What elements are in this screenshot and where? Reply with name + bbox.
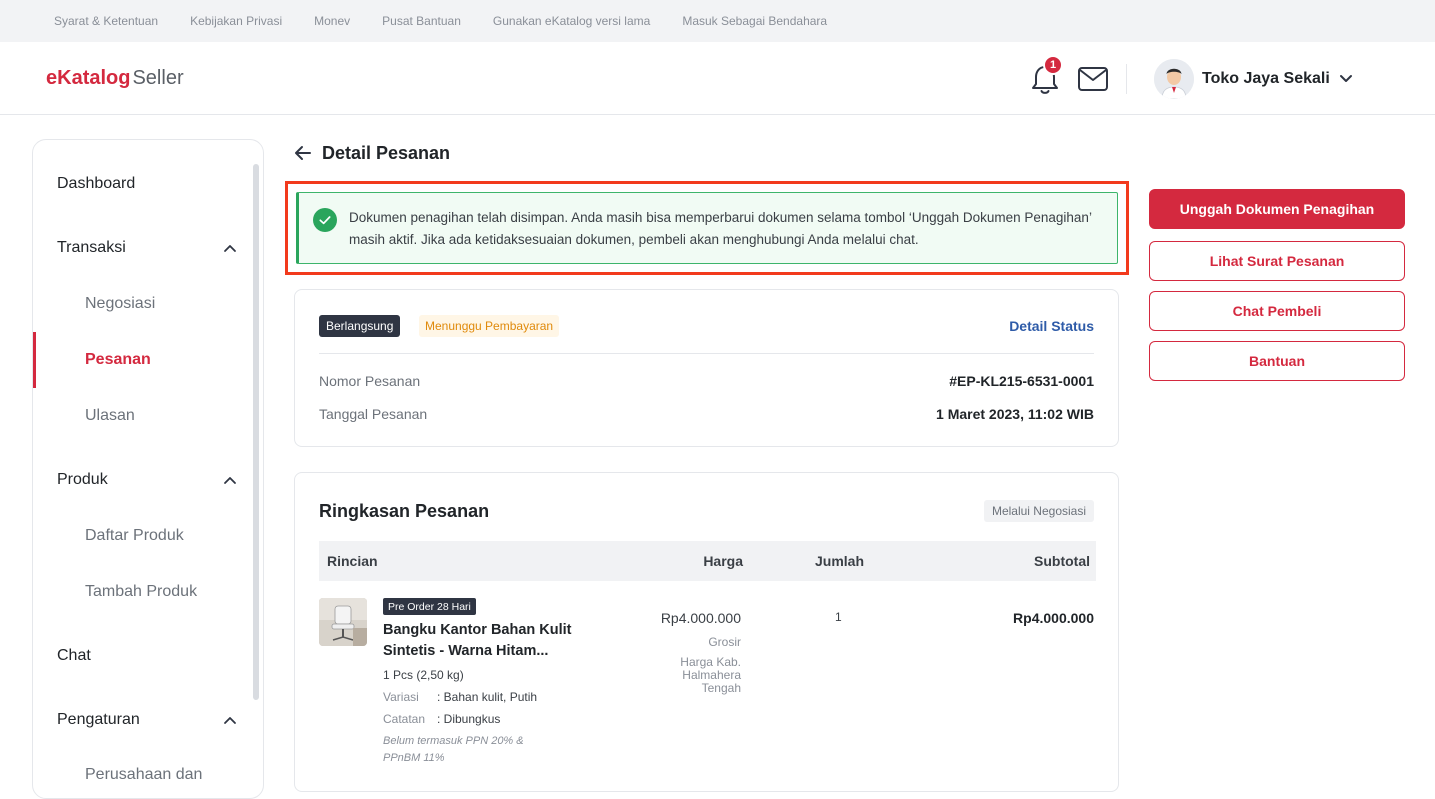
- chevron-up-icon[interactable]: [223, 715, 237, 725]
- chevron-up-icon[interactable]: [223, 475, 237, 485]
- sidebar-item-chat[interactable]: Chat: [57, 647, 91, 665]
- sidebar-item-tambah-produk[interactable]: Tambah Produk: [85, 583, 197, 601]
- top-links-bar: Syarat & Ketentuan Kebijakan Privasi Mon…: [0, 0, 1435, 42]
- chat-buyer-button[interactable]: Chat Pembeli: [1149, 291, 1405, 331]
- link-old-version[interactable]: Gunakan eKatalog versi lama: [493, 14, 650, 28]
- notification-badge: 1: [1043, 55, 1063, 75]
- link-login-treasurer[interactable]: Masuk Sebagai Bendahara: [682, 14, 827, 28]
- sidebar-item-negosiasi[interactable]: Negosiasi: [85, 295, 155, 313]
- order-date-value: 1 Maret 2023, 11:02 WIB: [936, 406, 1094, 422]
- sidebar-item-transaksi[interactable]: Transaksi: [57, 239, 126, 257]
- sidebar-item-ulasan[interactable]: Ulasan: [85, 407, 135, 425]
- column-header-subtotal: Subtotal: [1034, 553, 1090, 569]
- product-image[interactable]: [319, 598, 367, 646]
- sidebar-item-daftar-produk[interactable]: Daftar Produk: [85, 527, 184, 545]
- sidebar-active-indicator: [33, 332, 36, 388]
- chevron-down-icon[interactable]: [1338, 72, 1354, 86]
- link-terms[interactable]: Syarat & Ketentuan: [54, 14, 158, 28]
- column-header-jumlah: Jumlah: [815, 553, 865, 569]
- item-price: Rp4.000.000: [660, 610, 741, 626]
- product-name[interactable]: Bangku Kantor Bahan Kulit Sintetis - War…: [383, 620, 583, 662]
- link-privacy[interactable]: Kebijakan Privasi: [190, 14, 282, 28]
- column-header-harga: Harga: [703, 553, 743, 569]
- table-header: Rincian Harga Jumlah Subtotal: [319, 541, 1096, 581]
- summary-title: Ringkasan Pesanan: [319, 501, 490, 521]
- item-quantity: 1: [835, 610, 842, 624]
- link-help-center[interactable]: Pusat Bantuan: [382, 14, 461, 28]
- check-circle-icon: [313, 208, 337, 232]
- column-header-rincian: Rincian: [327, 553, 378, 569]
- avatar-person-icon: [1154, 59, 1194, 99]
- detail-status-link[interactable]: Detail Status: [1009, 318, 1094, 334]
- mail-icon[interactable]: [1077, 66, 1109, 92]
- success-alert: Dokumen penagihan telah disimpan. Anda m…: [296, 192, 1118, 264]
- payment-status-badge: Menunggu Pembayaran: [419, 315, 560, 337]
- order-info-card: Berlangsung Menunggu Pembayaran Detail S…: [294, 289, 1119, 447]
- logo-main: eKatalog: [46, 67, 131, 89]
- note-value: : Dibungkus: [437, 712, 501, 726]
- order-number-label: Nomor Pesanan: [319, 373, 421, 389]
- variation-value: : Bahan kulit, Putih: [437, 690, 538, 704]
- variation-label: Variasi: [383, 690, 419, 704]
- sidebar-item-pengaturan[interactable]: Pengaturan: [57, 711, 140, 729]
- page-title: Detail Pesanan: [322, 143, 451, 163]
- preorder-badge: Pre Order 28 Hari: [383, 598, 476, 615]
- arrow-left-icon[interactable]: [294, 145, 312, 161]
- card-divider: [319, 353, 1094, 354]
- header-divider: [1126, 64, 1127, 94]
- sidebar-scrollbar[interactable]: [253, 164, 259, 700]
- price-type: Grosir: [708, 635, 741, 649]
- price-region: Harga Kab. Halmahera Tengah: [680, 655, 741, 695]
- product-variation: Variasi : Bahan kulit, Putih: [383, 690, 537, 704]
- upload-invoice-button[interactable]: Unggah Dokumen Penagihan: [1149, 189, 1405, 229]
- avatar[interactable]: [1154, 59, 1194, 99]
- logo[interactable]: eKatalog Seller: [46, 67, 184, 90]
- alert-message: Dokumen penagihan telah disimpan. Anda m…: [349, 210, 1092, 247]
- link-monev[interactable]: Monev: [314, 14, 350, 28]
- note-label: Catatan: [383, 712, 426, 726]
- sidebar-item-produk[interactable]: Produk: [57, 471, 108, 489]
- user-name[interactable]: Toko Jaya Sekali: [1202, 70, 1330, 88]
- status-badge: Berlangsung: [319, 315, 401, 337]
- logo-sub: Seller: [132, 67, 184, 89]
- help-button[interactable]: Bantuan: [1149, 341, 1405, 381]
- item-subtotal: Rp4.000.000: [1013, 610, 1094, 626]
- chevron-up-icon[interactable]: [223, 243, 237, 253]
- via-negotiation-badge: Melalui Negosiasi: [983, 500, 1094, 522]
- sidebar-item-pesanan[interactable]: Pesanan: [85, 351, 151, 369]
- product-note: Catatan : Dibungkus: [383, 712, 500, 726]
- order-number-value: #EP-KL215-6531-0001: [949, 373, 1094, 389]
- office-chair-icon: [319, 598, 367, 646]
- tax-note: Belum termasuk PPN 20% & PPnBM 11%: [383, 735, 524, 764]
- order-date-label: Tanggal Pesanan: [319, 406, 428, 422]
- view-purchase-order-button[interactable]: Lihat Surat Pesanan: [1149, 241, 1405, 281]
- product-weight: 1 Pcs (2,50 kg): [383, 668, 464, 682]
- sidebar: Dashboard Transaksi Negosiasi Pesanan Ul…: [32, 139, 264, 799]
- order-summary-card: Ringkasan Pesanan Melalui Negosiasi Rinc…: [294, 472, 1119, 792]
- sidebar-item-dashboard[interactable]: Dashboard: [57, 175, 135, 193]
- sidebar-item-perusahaan[interactable]: Perusahaan dan: [85, 766, 202, 784]
